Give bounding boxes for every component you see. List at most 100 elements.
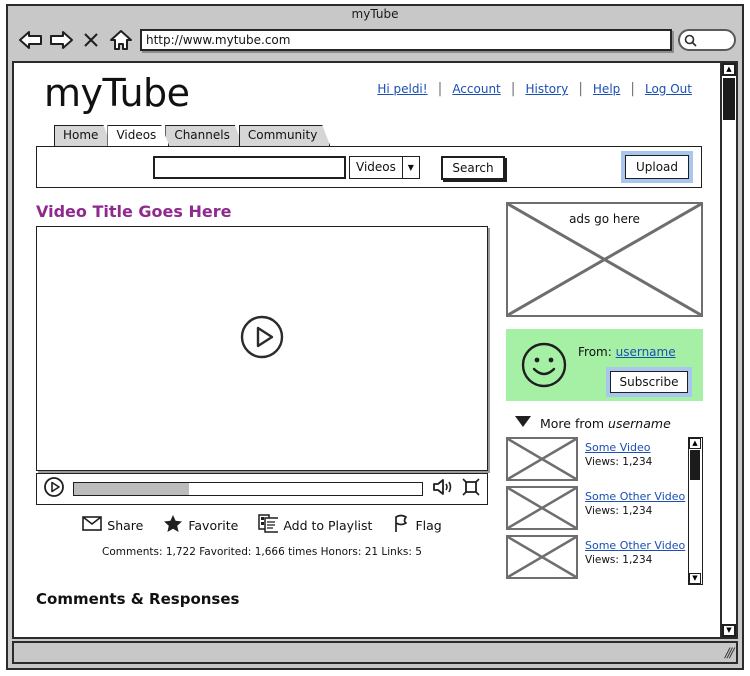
page-scrollbar[interactable]: ▲ ▼ bbox=[720, 63, 736, 637]
more-from-username: username bbox=[608, 415, 671, 431]
link-account[interactable]: Account bbox=[442, 82, 510, 96]
back-arrow-icon[interactable] bbox=[16, 27, 46, 53]
video-actions: Share Favorite Add to Playlist Flag bbox=[36, 514, 488, 536]
video-stats: Comments: 1,722 Favorited: 1,666 times H… bbox=[102, 546, 422, 558]
list-item[interactable]: Some Other Video Views: 1,234 bbox=[506, 535, 703, 579]
video-meta: Some Other Video Views: 1,234 bbox=[585, 535, 685, 566]
link-help[interactable]: Help bbox=[583, 82, 630, 96]
play-circle-icon[interactable] bbox=[43, 476, 65, 502]
video-meta: Some Video Views: 1,234 bbox=[585, 437, 652, 468]
video-views: Views: 1,234 bbox=[585, 456, 653, 468]
channel-username-link[interactable]: username bbox=[616, 345, 676, 359]
stop-x-icon[interactable] bbox=[76, 27, 106, 53]
video-thumbnail[interactable] bbox=[506, 535, 578, 579]
progress-slider[interactable] bbox=[73, 482, 423, 496]
page-viewport: myTube Hi peldi! | Account | History | H… bbox=[12, 61, 738, 639]
video-views: Views: 1,234 bbox=[585, 554, 653, 566]
video-meta: Some Other Video Views: 1,234 bbox=[585, 486, 685, 517]
subscribe-button[interactable]: Subscribe bbox=[606, 367, 692, 397]
related-video-list: Some Video Views: 1,234 Some Other Video… bbox=[506, 437, 703, 585]
scroll-down-button[interactable]: ▼ bbox=[722, 624, 736, 637]
site-header: myTube Hi peldi! | Account | History | H… bbox=[14, 63, 720, 125]
volume-icon[interactable] bbox=[431, 477, 455, 501]
tab-channels[interactable]: Channels bbox=[165, 125, 243, 146]
share-label: Share bbox=[107, 517, 144, 533]
channel-panel: From: username Subscribe bbox=[506, 329, 703, 401]
share-action[interactable]: Share bbox=[82, 516, 143, 534]
search-input[interactable] bbox=[153, 156, 346, 179]
video-title-link[interactable]: Some Other Video bbox=[585, 490, 685, 503]
comments-heading: Comments & Responses bbox=[36, 590, 240, 608]
upload-button[interactable]: Upload bbox=[621, 151, 693, 183]
browser-search-box[interactable] bbox=[678, 29, 736, 51]
main-tabs: Home Videos Channels Community bbox=[54, 125, 720, 146]
scroll-thumb[interactable] bbox=[723, 78, 735, 120]
from-label: From: bbox=[578, 345, 612, 359]
scroll-up-button[interactable]: ▲ bbox=[722, 63, 736, 76]
add-to-playlist-action[interactable]: Add to Playlist bbox=[258, 514, 372, 536]
tab-home[interactable]: Home bbox=[54, 125, 111, 146]
progress-fill bbox=[74, 483, 189, 495]
search-scope-value: Videos bbox=[356, 160, 396, 174]
tab-community[interactable]: Community bbox=[239, 125, 330, 146]
link-history[interactable]: History bbox=[515, 82, 578, 96]
page-title: Video Title Goes Here bbox=[36, 202, 232, 221]
flag-icon bbox=[392, 514, 410, 536]
triangle-down-icon bbox=[514, 415, 532, 431]
avatar bbox=[520, 341, 568, 393]
video-player[interactable] bbox=[36, 226, 488, 471]
channel-from-line: From: username bbox=[578, 345, 676, 359]
more-from-header[interactable]: More from username bbox=[506, 415, 706, 431]
more-from-prefix: More from bbox=[540, 415, 605, 431]
ad-placeholder: ads go here bbox=[506, 202, 703, 317]
scroll-thumb[interactable] bbox=[690, 450, 700, 480]
envelope-icon bbox=[82, 516, 103, 534]
scroll-up-button[interactable]: ▲ bbox=[689, 438, 701, 449]
list-item[interactable]: Some Video Views: 1,234 bbox=[506, 437, 703, 481]
related-list-scrollbar[interactable]: ▲ ▼ bbox=[688, 437, 703, 585]
video-title-link[interactable]: Some Other Video bbox=[585, 539, 685, 552]
status-bar: /// bbox=[12, 641, 738, 664]
placeholder-cross-icon bbox=[508, 537, 576, 577]
star-icon bbox=[163, 514, 183, 536]
magnifier-icon bbox=[684, 34, 697, 47]
placeholder-cross-icon bbox=[508, 488, 576, 528]
forward-arrow-icon[interactable] bbox=[46, 27, 76, 53]
link-log-out[interactable]: Log Out bbox=[635, 82, 702, 96]
window-title: myTube bbox=[8, 6, 742, 23]
documents-icon bbox=[258, 514, 281, 536]
tab-videos[interactable]: Videos bbox=[107, 125, 169, 146]
browser-toolbar: http://www.mytube.com bbox=[8, 23, 742, 57]
favorite-label: Favorite bbox=[188, 517, 239, 533]
account-links: Hi peldi! | Account | History | Help | L… bbox=[367, 81, 702, 97]
player-controls bbox=[36, 473, 488, 505]
list-item[interactable]: Some Other Video Views: 1,234 bbox=[506, 486, 703, 530]
video-views: Views: 1,234 bbox=[585, 505, 653, 517]
scroll-down-button[interactable]: ▼ bbox=[689, 573, 701, 584]
search-bar: Videos ▼ Search Upload bbox=[36, 146, 702, 188]
search-scope-select[interactable]: Videos ▼ bbox=[349, 156, 420, 179]
flag-action[interactable]: Flag bbox=[392, 514, 442, 536]
video-title-link[interactable]: Some Video bbox=[585, 441, 652, 454]
chevron-down-icon: ▼ bbox=[401, 157, 419, 178]
page-content: myTube Hi peldi! | Account | History | H… bbox=[14, 63, 720, 637]
video-thumbnail[interactable] bbox=[506, 486, 578, 530]
play-circle-icon[interactable] bbox=[239, 314, 285, 364]
url-bar[interactable]: http://www.mytube.com bbox=[140, 29, 672, 51]
flag-label: Flag bbox=[415, 517, 442, 533]
search-button[interactable]: Search bbox=[441, 156, 505, 180]
browser-window: myTube http://www.mytube.com myTube Hi p… bbox=[6, 4, 744, 670]
resize-grip-icon[interactable]: /// bbox=[723, 646, 733, 661]
favorite-action[interactable]: Favorite bbox=[163, 514, 238, 536]
add-to-playlist-label: Add to Playlist bbox=[283, 517, 373, 533]
url-text: http://www.mytube.com bbox=[146, 33, 291, 47]
video-thumbnail[interactable] bbox=[506, 437, 578, 481]
home-icon[interactable] bbox=[106, 27, 136, 53]
link-hi-user[interactable]: Hi peldi! bbox=[367, 82, 437, 96]
ad-label: ads go here bbox=[569, 212, 640, 226]
site-logo: myTube bbox=[44, 71, 190, 115]
more-from-label: More from username bbox=[540, 416, 671, 431]
sidebar: ads go here From: username Subscribe Mor… bbox=[506, 202, 706, 585]
placeholder-cross-icon bbox=[508, 439, 576, 479]
fullscreen-icon[interactable] bbox=[461, 477, 481, 501]
